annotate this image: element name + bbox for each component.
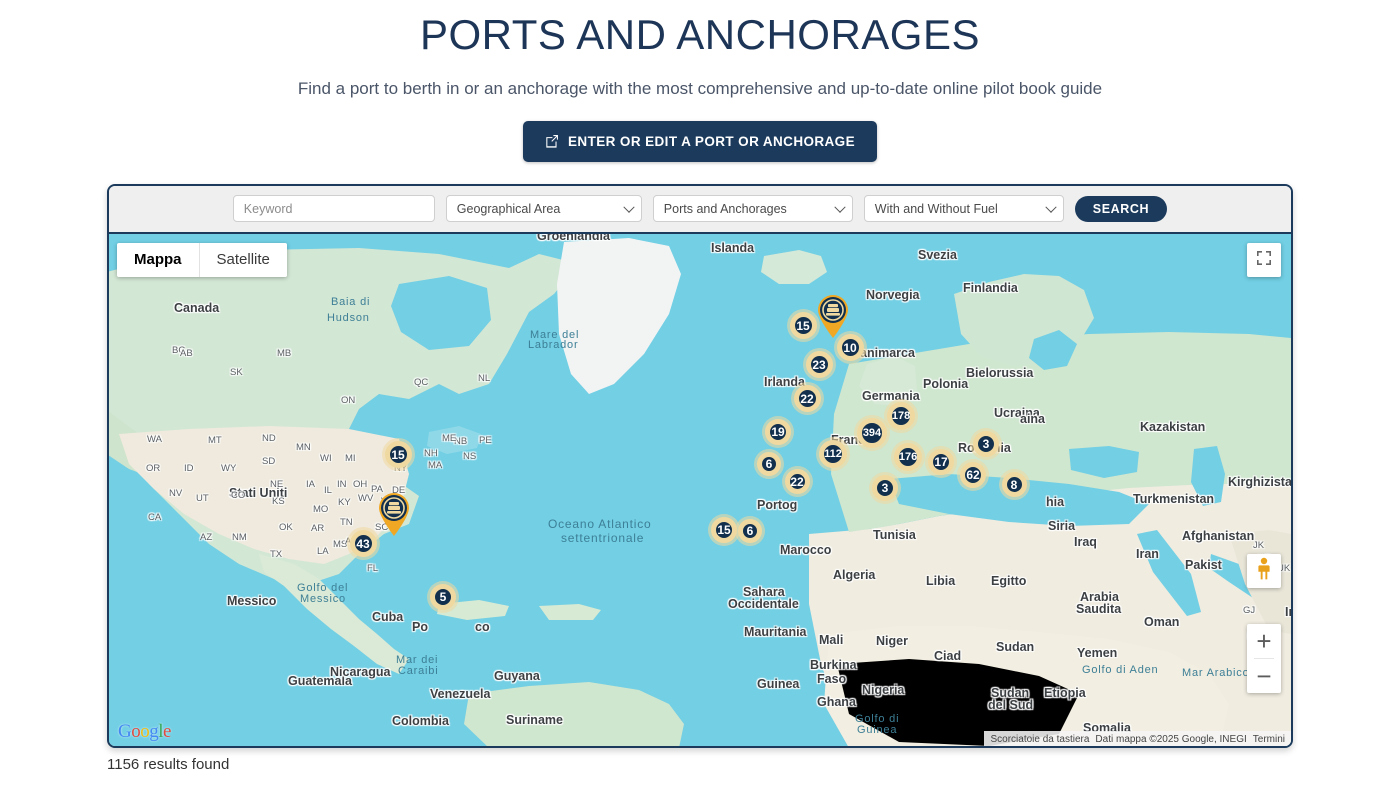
anchor-icon [814,293,852,339]
map-cluster-marker[interactable]: 178 [887,402,915,430]
fullscreen-icon [1256,250,1272,269]
anchor-pin-north-atlantic[interactable] [814,293,852,339]
map-cluster-marker[interactable]: 43 [350,530,377,557]
port-type-select[interactable]: Ports and Anchorages [653,195,853,222]
geographical-area-value: Geographical Area [457,202,561,216]
page-header: PORTS AND ANCHORAGES Find a port to bert… [0,0,1400,162]
edit-square-icon [545,134,559,148]
google-logo: Google [118,721,171,743]
map-cluster-marker[interactable]: 6 [738,519,762,543]
results-count: 1156 results found [107,756,1293,773]
port-type-select-wrap: Ports and Anchorages [653,195,853,222]
map-type-control: Mappa Satellite [117,243,287,277]
zoom-in-button[interactable]: + [1247,624,1281,658]
cta-label: ENTER OR EDIT A PORT OR ANCHORAGE [568,134,855,149]
keyword-input[interactable] [233,195,435,222]
geographical-area-select-wrap: Geographical Area [446,195,642,222]
map-cluster-marker[interactable]: 3 [973,431,999,457]
map-cluster-marker[interactable]: 5 [430,584,456,610]
map-cluster-marker[interactable]: 394 [857,418,887,448]
fuel-filter-select[interactable]: With and Without Fuel [864,195,1064,222]
map-panel: Geographical Area Ports and Anchorages W… [107,184,1293,748]
street-view-pegman-icon [1254,557,1274,584]
zoom-control: + − [1247,624,1281,693]
terms-link[interactable]: Termini [1253,734,1285,745]
map-cluster-marker[interactable]: 17 [928,449,954,475]
map-cluster-marker[interactable]: 15 [385,441,412,468]
fuel-filter-value: With and Without Fuel [875,202,998,216]
map-cluster-marker[interactable]: 22 [785,469,810,494]
anchor-pin-us-east-coast[interactable] [375,491,413,537]
map-data-text: Dati mappa ©2025 Google, INEGI [1095,734,1246,745]
basemap-landmasses [109,234,1291,748]
fuel-filter-select-wrap: With and Without Fuel [864,195,1064,222]
map-cluster-marker[interactable]: 3 [872,475,898,501]
anchor-icon [375,491,413,537]
enter-or-edit-port-button[interactable]: ENTER OR EDIT A PORT OR ANCHORAGE [523,121,877,162]
map-cluster-marker[interactable]: 19 [765,419,791,445]
search-bar: Geographical Area Ports and Anchorages W… [109,186,1291,234]
map-cluster-marker[interactable]: 23 [806,351,833,378]
street-view-button[interactable] [1247,554,1281,588]
keyboard-shortcuts-link[interactable]: Scorciatoie da tastiera [990,734,1089,745]
map-type-satellite-button[interactable]: Satellite [200,243,287,277]
map-cluster-marker[interactable]: 15 [790,312,817,339]
map-cluster-marker[interactable]: 8 [1002,472,1027,497]
map-type-mappa-button[interactable]: Mappa [117,243,199,277]
google-map[interactable]: Mappa Satellite + − [109,234,1291,748]
map-cluster-marker[interactable]: 22 [794,385,821,412]
map-cluster-marker[interactable]: 6 [757,452,781,476]
zoom-out-button[interactable]: − [1247,659,1281,693]
search-button[interactable]: SEARCH [1075,196,1167,222]
cta-container: ENTER OR EDIT A PORT OR ANCHORAGE [0,121,1400,162]
page-title: PORTS AND ANCHORAGES [0,8,1400,63]
map-cluster-marker[interactable]: 112 [819,440,847,468]
fullscreen-button[interactable] [1247,243,1281,277]
page-subtitle: Find a port to berth in or an anchorage … [0,79,1400,99]
map-cluster-marker[interactable]: 15 [711,517,737,543]
geographical-area-select[interactable]: Geographical Area [446,195,642,222]
map-cluster-marker[interactable]: 62 [960,462,986,488]
port-type-value: Ports and Anchorages [664,202,787,216]
map-attribution: Scorciatoie da tastiera Dati mappa ©2025… [984,731,1291,748]
map-cluster-marker[interactable]: 176 [894,443,922,471]
